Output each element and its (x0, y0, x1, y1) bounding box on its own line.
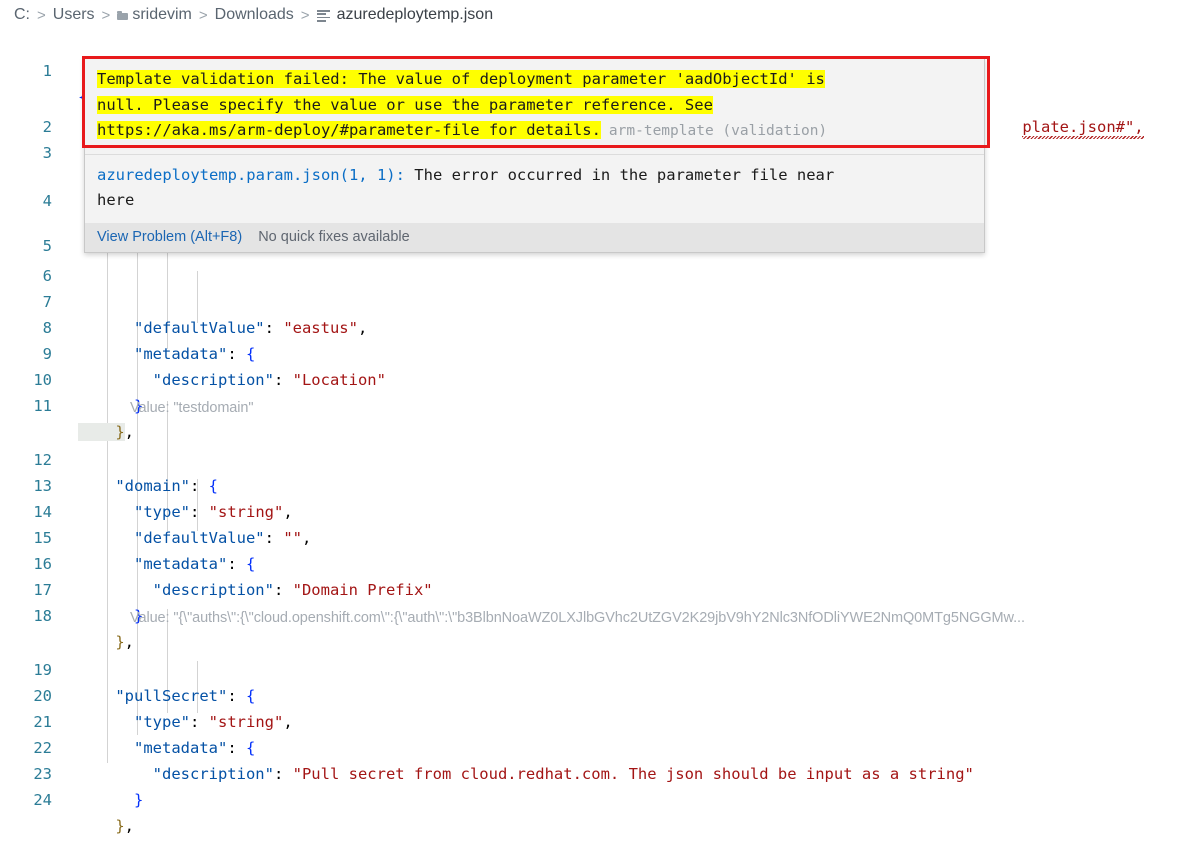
code-line[interactable]: 12 "domain": { (0, 421, 1200, 495)
hover-error-tooltip: Template validation failed: The value of… (84, 58, 985, 253)
breadcrumb: C: > Users > sridevim > Downloads > azur… (0, 0, 1200, 30)
code-line[interactable]: 19 "pullSecret": { (0, 631, 1200, 705)
hover-message-line-1: Template validation failed: The value of… (97, 70, 825, 88)
breadcrumb-item-filename[interactable]: azuredeploytemp.json (337, 6, 494, 24)
code-line[interactable]: 21 "metadata": { (0, 683, 1200, 757)
line-number: 1 (42, 62, 52, 80)
breadcrumb-item-sridevim[interactable]: sridevim (132, 6, 192, 24)
line-number: 24 (33, 791, 52, 809)
inlay-hint-value: Value: "testdomain" (130, 400, 254, 416)
breadcrumb-item-drive[interactable]: C: (14, 6, 30, 24)
hover-message-body: Template validation failed: The value of… (97, 67, 972, 145)
code-line[interactable]: 11 }, (0, 367, 1200, 441)
quick-fix-status: No quick fixes available (258, 228, 410, 245)
hover-secondary-line-2: here (97, 191, 135, 209)
code-line[interactable]: 17 } (0, 551, 1200, 625)
code-line[interactable]: 9 "description": "Location" (0, 315, 1200, 389)
code-line[interactable]: 20 "type": "string", (0, 657, 1200, 731)
code-line[interactable]: 13 "type": "string", (0, 447, 1200, 521)
hover-message-line-3: https://aka.ms/arm-deploy/#parameter-fil… (97, 121, 601, 139)
code-line[interactable]: 1 { (0, 32, 1200, 106)
code-line-text: } (78, 791, 144, 809)
hover-primary-message: Template validation failed: The value of… (85, 59, 984, 154)
hover-secondary-filename[interactable]: azuredeploytemp.param.json(1, 1): (97, 166, 405, 184)
hover-secondary-rest: The error occurred in the parameter file… (404, 165, 835, 184)
breadcrumb-separator-icon: > (198, 6, 208, 24)
view-problem-link[interactable]: View Problem (Alt+F8) (97, 229, 242, 245)
hover-action-bar: View Problem (Alt+F8) No quick fixes ava… (85, 222, 984, 252)
json-file-icon (316, 9, 331, 22)
hover-secondary-message: azuredeploytemp.param.json(1, 1): The er… (85, 155, 984, 223)
code-line[interactable]: 16 "description": "Domain Prefix" (0, 525, 1200, 599)
folder-icon (117, 10, 129, 20)
code-line[interactable]: 18 }, (0, 577, 1200, 651)
breadcrumb-item-downloads[interactable]: Downloads (215, 6, 294, 24)
code-line[interactable]: 7 "defaultValue": "eastus", (0, 263, 1200, 337)
hover-source-tag: arm-template (validation) (608, 123, 828, 139)
hover-message-line-2: null. Please specify the value or use th… (97, 95, 713, 114)
code-line[interactable]: 24 }, (0, 761, 1200, 835)
line-number: 18 (33, 607, 52, 625)
breadcrumb-separator-icon: > (300, 6, 310, 24)
code-line[interactable]: 15 "metadata": { (0, 499, 1200, 573)
code-line[interactable]: 23 } (0, 735, 1200, 809)
hover-secondary-body: azuredeploytemp.param.json(1, 1): The er… (97, 163, 972, 214)
breadcrumb-separator-icon: > (37, 6, 46, 24)
line-number: 11 (33, 397, 52, 415)
code-line-text: }, (78, 817, 135, 835)
code-line[interactable]: 8 "metadata": { (0, 289, 1200, 363)
code-line[interactable]: 14 "defaultValue": "", (0, 473, 1200, 547)
inlay-hint-value: Value: "{\"auths\":{\"cloud.openshift.co… (130, 610, 1025, 626)
code-line[interactable]: 22 "description": "Pull secret from clou… (0, 709, 1200, 783)
breadcrumb-item-users[interactable]: Users (53, 6, 95, 24)
code-line[interactable]: 10 } (0, 341, 1200, 415)
breadcrumb-separator-icon: > (101, 6, 111, 24)
